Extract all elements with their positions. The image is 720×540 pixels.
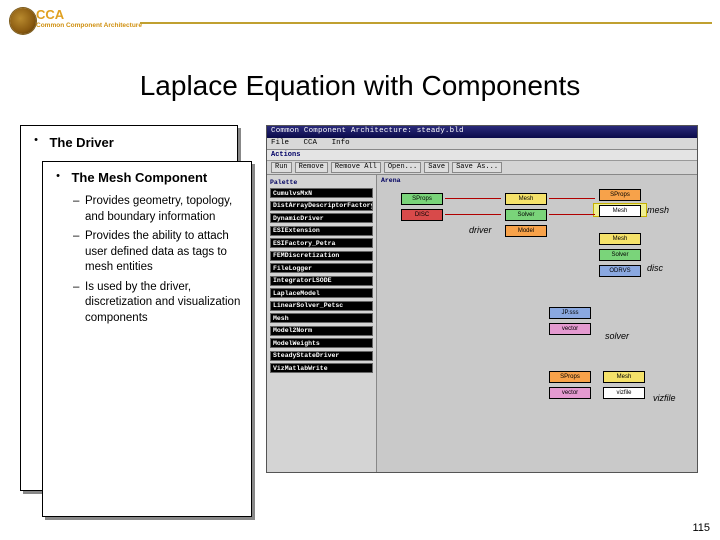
node-mesh[interactable]: Mesh [505,193,547,205]
label-mesh: mesh [647,205,669,215]
page-title: Laplace Equation with Components [0,70,720,102]
save-button[interactable]: Save [424,162,449,173]
arena-heading: Arena [377,175,697,186]
page-number: 115 [692,522,710,534]
node-vector[interactable]: vector [549,323,591,335]
node-vizfile[interactable]: vizfile [603,387,645,399]
node-solver[interactable]: Solver [505,209,547,221]
bullet-icon: • [49,170,67,182]
label-vizfile: vizfile [653,393,676,403]
menu-file[interactable]: File [271,139,289,147]
node-vector[interactable]: vector [549,387,591,399]
slide-header: CCA Common Component Architecture [0,0,720,40]
node-disc[interactable]: DISC [401,209,443,221]
mesh-list: Provides geometry, topology, and boundar… [43,192,251,336]
remove-button[interactable]: Remove [295,162,328,173]
palette-item[interactable]: FileLogger [270,263,373,273]
run-button[interactable]: Run [271,162,292,173]
window-titlebar[interactable]: Common Component Architecture: steady.bl… [267,126,697,138]
logo-circle-icon [10,8,36,34]
app-screenshot: Common Component Architecture: steady.bl… [266,125,698,473]
palette-heading: Palette [270,178,373,188]
mesh-item: Provides the ability to attach user defi… [73,229,245,276]
node-odrvs[interactable]: ODRVS [599,265,641,277]
palette-item[interactable]: FEMDiscretization [270,251,373,261]
label-driver: driver [469,225,492,235]
mesh-item: Is used by the driver, discretization an… [73,280,245,327]
node-jpsss[interactable]: JP.sss [549,307,591,319]
node-sprops[interactable]: SProps [549,371,591,383]
palette-item[interactable]: IntegratorLSODE [270,276,373,286]
palette-item[interactable]: LinearSolver_Petsc [270,301,373,311]
actions-row: Actions [267,150,697,161]
palette-item[interactable]: ESIFactory_Petra [270,238,373,248]
wire [549,198,595,199]
app-body: Palette CumulvsMxN DistArrayDescriptorFa… [267,175,697,472]
node-sprops[interactable]: SProps [401,193,443,205]
mesh-title: The Mesh Component [71,170,231,186]
palette-item[interactable]: CumulvsMxN [270,188,373,198]
menubar[interactable]: File CCA Info [267,138,697,150]
node-mesh[interactable]: Mesh [599,233,641,245]
mesh-box: • The Mesh Component Provides geometry, … [42,161,252,517]
menu-info[interactable]: Info [332,139,350,147]
palette-item[interactable]: LaplaceModel [270,288,373,298]
label-solver: solver [605,331,629,341]
palette-item[interactable]: Model2Norm [270,326,373,336]
wire [445,198,501,199]
palette-item[interactable]: SteadyStateDriver [270,351,373,361]
menu-cca[interactable]: CCA [304,139,318,147]
brand-full: Common Component Architecture [36,22,142,29]
palette-item[interactable]: Mesh [270,313,373,323]
palette-panel: Palette CumulvsMxN DistArrayDescriptorFa… [267,175,377,472]
window-title: Common Component Architecture: steady.bl… [271,127,464,135]
remove-all-button[interactable]: Remove All [331,162,381,173]
node-mesh[interactable]: Mesh [599,205,641,217]
node-sprops[interactable]: SProps [599,189,641,201]
palette-item[interactable]: VizMatlabWrite [270,363,373,373]
toolbar: Run Remove Remove All Open... Save Save … [267,161,697,175]
palette-item[interactable]: ModelWeights [270,338,373,348]
driver-label: The Driver [49,135,113,150]
header-rule [140,22,712,24]
save-as-button[interactable]: Save As... [452,162,502,173]
bullet-icon: • [27,134,45,146]
arena-panel[interactable]: Arena SProps DISC driver Mesh Solver Mod… [377,175,697,472]
mesh-item: Provides geometry, topology, and boundar… [73,194,245,225]
wire [445,214,501,215]
label-disc: disc [647,263,663,273]
palette-item[interactable]: DynamicDriver [270,213,373,223]
node-mesh[interactable]: Mesh [603,371,645,383]
palette-item[interactable]: ESIExtension [270,226,373,236]
wire [549,214,595,215]
node-solver[interactable]: Solver [599,249,641,261]
open-button[interactable]: Open... [384,162,421,173]
palette-item[interactable]: DistArrayDescriptorFactory [270,201,373,211]
node-model[interactable]: Model [505,225,547,237]
brand-abbr: CCA [36,7,64,22]
